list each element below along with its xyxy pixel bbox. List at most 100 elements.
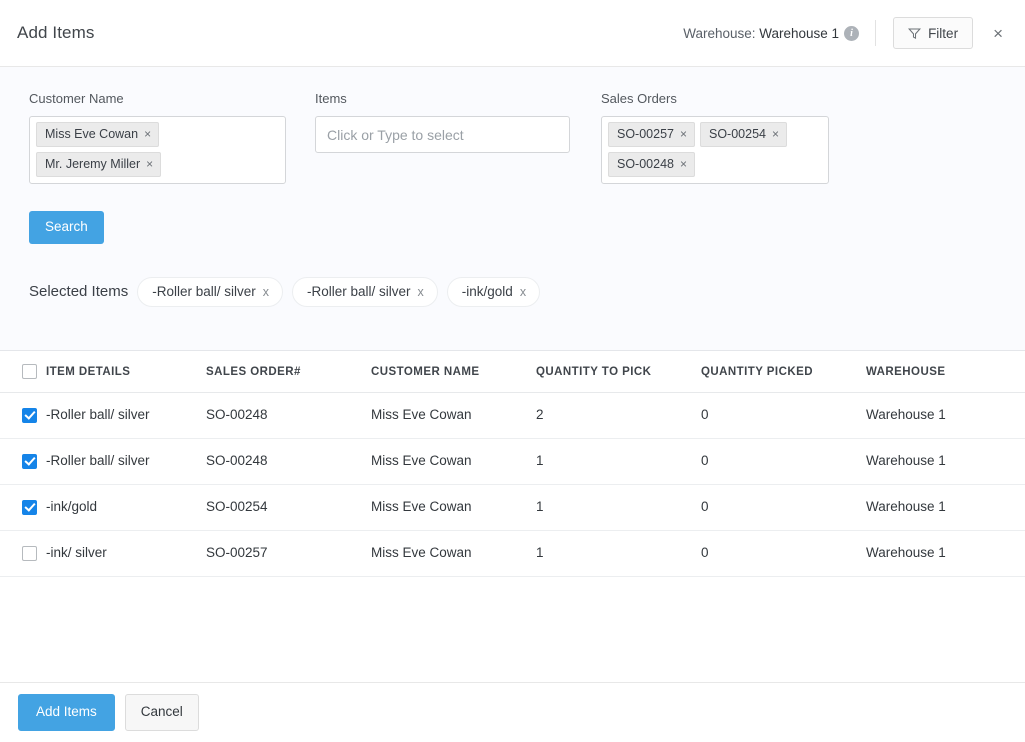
warehouse-indicator: Warehouse: Warehouse 1 xyxy=(683,26,839,41)
cell-quantity-picked: 0 xyxy=(701,530,866,576)
row-select-cell xyxy=(0,484,46,530)
column-header-quantity-to-pick[interactable]: QUANTITY TO PICK xyxy=(536,351,701,393)
row-checkbox[interactable] xyxy=(22,546,37,561)
sales-orders-input[interactable]: SO-00257 × SO-00254 × SO-00248 × xyxy=(601,116,829,184)
remove-icon[interactable]: × xyxy=(146,158,153,170)
select-all-checkbox[interactable] xyxy=(22,364,37,379)
sales-order-token[interactable]: SO-00254 × xyxy=(700,122,787,147)
sales-orders-field-group: Sales Orders SO-00257 × SO-00254 × SO-00… xyxy=(601,91,829,184)
column-header-item-details[interactable]: ITEM DETAILS xyxy=(46,351,206,393)
customer-name-label: Customer Name xyxy=(29,91,286,106)
funnel-icon xyxy=(908,27,921,40)
sales-orders-label: Sales Orders xyxy=(601,91,829,106)
sales-order-token-label: SO-00257 xyxy=(617,126,674,142)
items-input[interactable] xyxy=(315,116,570,153)
selected-item-pill-label: -Roller ball/ silver xyxy=(307,284,411,299)
cell-warehouse: Warehouse 1 xyxy=(866,530,1025,576)
filter-button[interactable]: Filter xyxy=(893,17,973,49)
header-actions: Warehouse: Warehouse 1 i Filter × xyxy=(683,17,1007,49)
cell-quantity-to-pick: 2 xyxy=(536,393,701,439)
cell-item-details: -Roller ball/ silver xyxy=(46,438,206,484)
column-header-sales-order[interactable]: SALES ORDER# xyxy=(206,351,371,393)
cell-sales-order: SO-00248 xyxy=(206,393,371,439)
close-icon[interactable]: × xyxy=(989,23,1007,44)
column-header-quantity-picked[interactable]: QUANTITY PICKED xyxy=(701,351,866,393)
customer-name-input[interactable]: Miss Eve Cowan × Mr. Jeremy Miller × xyxy=(29,116,286,184)
row-checkbox[interactable] xyxy=(22,454,37,469)
selected-item-pill[interactable]: -ink/gold x xyxy=(447,277,540,307)
remove-icon[interactable]: x xyxy=(263,285,269,299)
remove-icon[interactable]: × xyxy=(680,128,687,140)
cell-quantity-picked: 0 xyxy=(701,484,866,530)
customer-token[interactable]: Miss Eve Cowan × xyxy=(36,122,159,147)
filter-button-label: Filter xyxy=(928,26,958,41)
cell-item-details: -ink/ silver xyxy=(46,530,206,576)
row-checkbox[interactable] xyxy=(22,500,37,515)
selected-item-pill-label: -ink/gold xyxy=(462,284,513,299)
remove-icon[interactable]: × xyxy=(772,128,779,140)
cell-item-details: -ink/gold xyxy=(46,484,206,530)
remove-icon[interactable]: × xyxy=(680,158,687,170)
warehouse-value: Warehouse 1 xyxy=(759,26,839,41)
cell-sales-order: SO-00257 xyxy=(206,530,371,576)
cell-quantity-picked: 0 xyxy=(701,438,866,484)
table-row[interactable]: -Roller ball/ silver SO-00248 Miss Eve C… xyxy=(0,393,1025,439)
cell-quantity-picked: 0 xyxy=(701,393,866,439)
sales-order-token[interactable]: SO-00257 × xyxy=(608,122,695,147)
search-button[interactable]: Search xyxy=(29,211,104,244)
dialog-header: Add Items Warehouse: Warehouse 1 i Filte… xyxy=(0,0,1025,67)
items-table-body: -Roller ball/ silver SO-00248 Miss Eve C… xyxy=(0,393,1025,577)
customer-name-field-group: Customer Name Miss Eve Cowan × Mr. Jerem… xyxy=(29,91,286,184)
cell-customer-name: Miss Eve Cowan xyxy=(371,393,536,439)
customer-token-label: Mr. Jeremy Miller xyxy=(45,156,140,172)
cancel-button[interactable]: Cancel xyxy=(125,694,199,731)
selected-item-pill[interactable]: -Roller ball/ silver x xyxy=(292,277,438,307)
customer-token-label: Miss Eve Cowan xyxy=(45,126,138,142)
cell-warehouse: Warehouse 1 xyxy=(866,393,1025,439)
items-field-group: Items xyxy=(315,91,570,184)
items-table: ITEM DETAILS SALES ORDER# CUSTOMER NAME … xyxy=(0,351,1025,577)
selected-items-label: Selected Items xyxy=(29,283,128,300)
warehouse-prefix-label: Warehouse: xyxy=(683,26,759,41)
cell-quantity-to-pick: 1 xyxy=(536,484,701,530)
select-all-header xyxy=(0,351,46,393)
remove-icon[interactable]: × xyxy=(144,128,151,140)
table-header-row: ITEM DETAILS SALES ORDER# CUSTOMER NAME … xyxy=(0,351,1025,393)
cell-sales-order: SO-00248 xyxy=(206,438,371,484)
column-header-warehouse[interactable]: WAREHOUSE xyxy=(866,351,1025,393)
cell-quantity-to-pick: 1 xyxy=(536,438,701,484)
sales-order-token-label: SO-00248 xyxy=(617,156,674,172)
selected-item-pill[interactable]: -Roller ball/ silver x xyxy=(137,277,283,307)
filter-fields-row: Customer Name Miss Eve Cowan × Mr. Jerem… xyxy=(0,91,1025,184)
cell-quantity-to-pick: 1 xyxy=(536,530,701,576)
cell-customer-name: Miss Eve Cowan xyxy=(371,484,536,530)
page-title: Add Items xyxy=(17,23,94,43)
cell-customer-name: Miss Eve Cowan xyxy=(371,530,536,576)
sales-order-token[interactable]: SO-00248 × xyxy=(608,152,695,177)
dialog-footer: Add Items Cancel xyxy=(0,682,1025,742)
items-table-container: ITEM DETAILS SALES ORDER# CUSTOMER NAME … xyxy=(0,351,1025,682)
add-items-button[interactable]: Add Items xyxy=(18,694,115,731)
remove-icon[interactable]: x xyxy=(520,285,526,299)
selected-items-row: Selected Items -Roller ball/ silver x -R… xyxy=(0,277,1025,307)
column-header-customer-name[interactable]: CUSTOMER NAME xyxy=(371,351,536,393)
remove-icon[interactable]: x xyxy=(418,285,424,299)
row-select-cell xyxy=(0,530,46,576)
cell-warehouse: Warehouse 1 xyxy=(866,438,1025,484)
table-row[interactable]: -ink/gold SO-00254 Miss Eve Cowan 1 0 Wa… xyxy=(0,484,1025,530)
cell-warehouse: Warehouse 1 xyxy=(866,484,1025,530)
table-row[interactable]: -Roller ball/ silver SO-00248 Miss Eve C… xyxy=(0,438,1025,484)
sales-order-token-label: SO-00254 xyxy=(709,126,766,142)
table-row[interactable]: -ink/ silver SO-00257 Miss Eve Cowan 1 0… xyxy=(0,530,1025,576)
row-checkbox[interactable] xyxy=(22,408,37,423)
items-table-header: ITEM DETAILS SALES ORDER# CUSTOMER NAME … xyxy=(0,351,1025,393)
row-select-cell xyxy=(0,393,46,439)
cell-sales-order: SO-00254 xyxy=(206,484,371,530)
customer-token[interactable]: Mr. Jeremy Miller × xyxy=(36,152,161,177)
filter-panel: Customer Name Miss Eve Cowan × Mr. Jerem… xyxy=(0,67,1025,351)
info-icon[interactable]: i xyxy=(844,26,859,41)
row-select-cell xyxy=(0,438,46,484)
header-divider xyxy=(875,20,876,46)
items-label: Items xyxy=(315,91,570,106)
selected-item-pill-label: -Roller ball/ silver xyxy=(152,284,256,299)
